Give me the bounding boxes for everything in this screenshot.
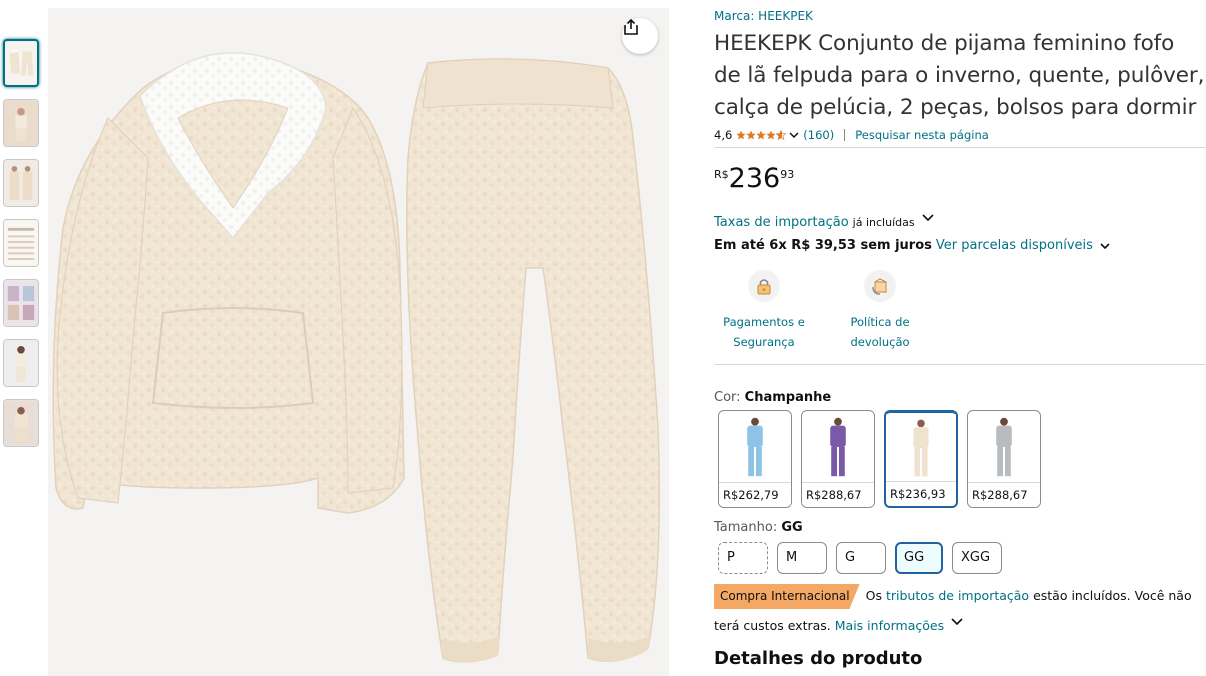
color-selected: Champanhe [744, 390, 832, 405]
color-label-text: Cor: [714, 390, 741, 405]
star-icon [746, 130, 756, 140]
swatch-price: R$262,79 [719, 482, 791, 507]
return-box-icon [864, 270, 896, 302]
share-button[interactable] [622, 18, 658, 54]
product-details-heading: Detalhes do produto [714, 648, 923, 669]
rating-stars[interactable] [736, 130, 787, 140]
import-taxes-link[interactable]: Taxas de importação [714, 215, 849, 230]
thumbnail-1[interactable] [3, 39, 39, 87]
half-star-icon [776, 130, 787, 140]
thumbnail-2[interactable] [3, 99, 39, 147]
rating-count-link[interactable]: (160) [803, 128, 834, 142]
chevron-down-icon[interactable] [1099, 241, 1111, 251]
thumbnail-3[interactable] [3, 159, 39, 207]
import-taxes: Taxas de importação já incluídas [714, 213, 935, 230]
swatch-image [802, 411, 874, 483]
thumbnail-strip [3, 39, 43, 459]
installments-text: Em até 6x R$ 39,53 sem juros [714, 238, 932, 253]
color-swatch-purple[interactable]: R$288,67 [801, 410, 875, 508]
swatch-price: R$288,67 [802, 482, 874, 507]
international-notice-line2: terá custos extras. Mais informações [714, 617, 964, 633]
size-option-xgg[interactable]: XGG [952, 542, 1002, 574]
intl-text-after: estão incluídos. Você não [1033, 588, 1192, 603]
pajama-set-illustration [52, 52, 660, 663]
swatch-image [719, 411, 791, 483]
swatch-price: R$288,67 [968, 482, 1040, 507]
size-option-m[interactable]: M [777, 542, 827, 574]
chevron-down-icon[interactable] [921, 213, 935, 223]
swatch-price: R$236,93 [886, 481, 956, 506]
size-option-g[interactable]: G [836, 542, 886, 574]
product-title: HEEKEPK Conjunto de pijama feminino fofo… [714, 31, 1205, 120]
size-option-gg[interactable]: GG [895, 542, 943, 574]
import-taxes-note: já incluídas [852, 216, 915, 229]
price-currency: R$ [714, 168, 729, 181]
chevron-down-icon[interactable] [788, 130, 800, 140]
size-label-text: Tamanho: [714, 520, 778, 535]
divider [714, 364, 1206, 365]
international-badge: Compra Internacional [714, 584, 860, 609]
thumbnail-6[interactable] [3, 339, 39, 387]
swatch-image [886, 413, 956, 483]
search-page-link[interactable]: Pesquisar nesta página [855, 128, 989, 142]
size-label: Tamanho: GG [714, 520, 803, 535]
thumbnail-4[interactable] [3, 219, 39, 267]
color-label: Cor: Champanhe [714, 390, 831, 405]
divider [714, 147, 1206, 148]
installments: Em até 6x R$ 39,53 sem juros Ver parcela… [714, 238, 1111, 253]
more-info-link[interactable]: Mais informações [835, 618, 944, 633]
color-swatches: R$262,79 R$288,67 R$236,93 R$288,67 [718, 410, 1050, 508]
color-swatch-light-blue[interactable]: R$262,79 [718, 410, 792, 508]
intl-text-line2: terá custos extras. [714, 618, 831, 633]
rating-row: 4,6 (160) Pesquisar nesta página [714, 128, 989, 142]
price: R$ 236 93 [714, 164, 794, 194]
share-icon [624, 18, 638, 35]
separator [844, 129, 846, 141]
size-option-p[interactable]: P [718, 542, 768, 574]
main-product-image[interactable] [48, 8, 669, 676]
intl-text-before: Os [865, 588, 882, 603]
price-whole: 236 [728, 163, 781, 194]
color-swatch-gray[interactable]: R$288,67 [967, 410, 1041, 508]
size-options: P M G GG XGG [718, 542, 1011, 574]
price-fraction: 93 [780, 168, 795, 181]
thumbnail-5[interactable] [3, 279, 39, 327]
color-swatch-champagne[interactable]: R$236,93 [884, 410, 958, 508]
return-policy-feature[interactable]: Política de devolução [830, 270, 930, 352]
thumbnail-7[interactable] [3, 399, 39, 447]
international-purchase-notice: Compra Internacional Os tributos de impor… [714, 584, 1206, 609]
payment-security-label: Pagamentos e Segurança [723, 315, 805, 349]
star-icon [756, 130, 766, 140]
feature-badges: Pagamentos e Segurança Política de devol… [714, 270, 946, 352]
installments-link[interactable]: Ver parcelas disponíveis [936, 238, 1093, 253]
chevron-down-icon[interactable] [950, 617, 964, 627]
payment-security-feature[interactable]: Pagamentos e Segurança [714, 270, 814, 352]
return-policy-label: Política de devolução [850, 315, 910, 349]
star-icon [766, 130, 776, 140]
rating-value: 4,6 [714, 128, 733, 142]
brand-link[interactable]: Marca: HEEKPEK [714, 9, 813, 23]
lock-payment-icon [748, 270, 780, 302]
star-icon [736, 130, 746, 140]
size-selected: GG [781, 520, 803, 535]
swatch-image [968, 411, 1040, 483]
import-tributes-link[interactable]: tributos de importação [886, 588, 1029, 603]
